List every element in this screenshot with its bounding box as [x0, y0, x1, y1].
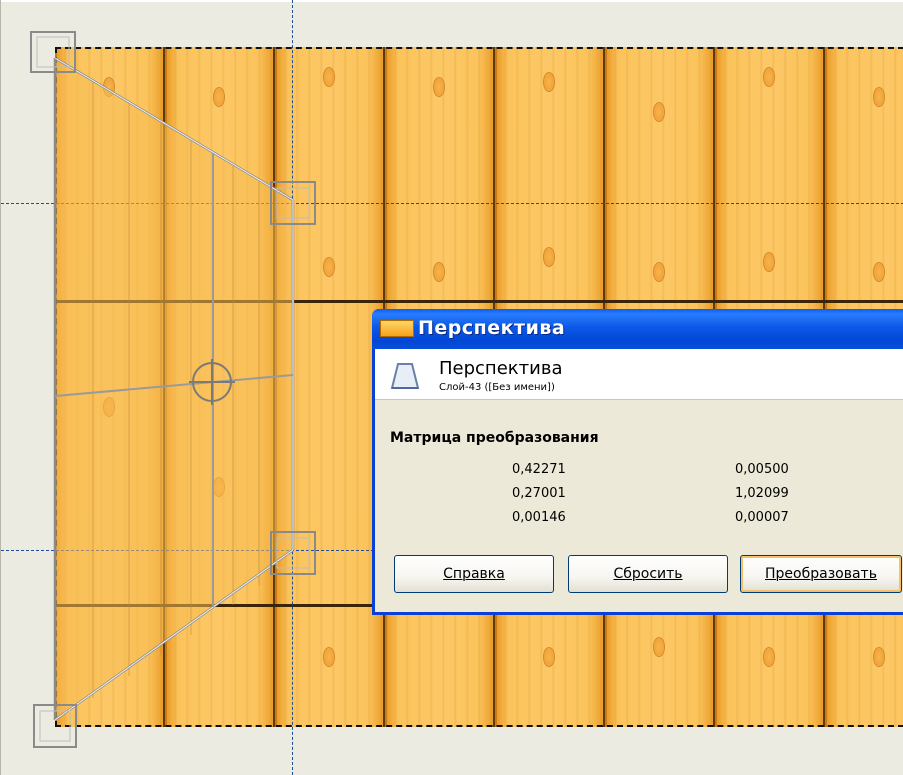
perspective-tool-icon	[390, 363, 420, 389]
square-handle-icon	[33, 704, 77, 748]
dialog-titlebar[interactable]: Перспектива	[372, 309, 903, 349]
dialog-title: Перспектива	[418, 317, 566, 339]
matrix-cell: 0,42271	[512, 462, 566, 477]
matrix-label: Матрица преобразования	[390, 430, 599, 446]
matrix-cell: 0,00007	[735, 510, 789, 525]
transform-button[interactable]: Преобразовать	[740, 555, 902, 593]
matrix-cell: 0,27001	[512, 486, 566, 501]
matrix-cell: 0,00146	[512, 510, 566, 525]
dialog-heading: Перспектива	[439, 358, 563, 379]
perspective-dialog[interactable]: Перспектива Перспектива Слой-43 ([Без им…	[372, 309, 903, 615]
layer-window-icon	[380, 320, 414, 337]
help-button[interactable]: Справка	[394, 555, 554, 593]
matrix-cell: 1,02099	[735, 486, 789, 501]
layer-name-label: Слой-43 ([Без имени])	[439, 382, 555, 393]
dialog-header: Перспектива Слой-43 ([Без имени])	[375, 349, 903, 400]
perspective-preview-area	[55, 58, 293, 720]
matrix-cell: 0,00500	[735, 462, 789, 477]
reset-button[interactable]: Сбросить	[568, 555, 728, 593]
